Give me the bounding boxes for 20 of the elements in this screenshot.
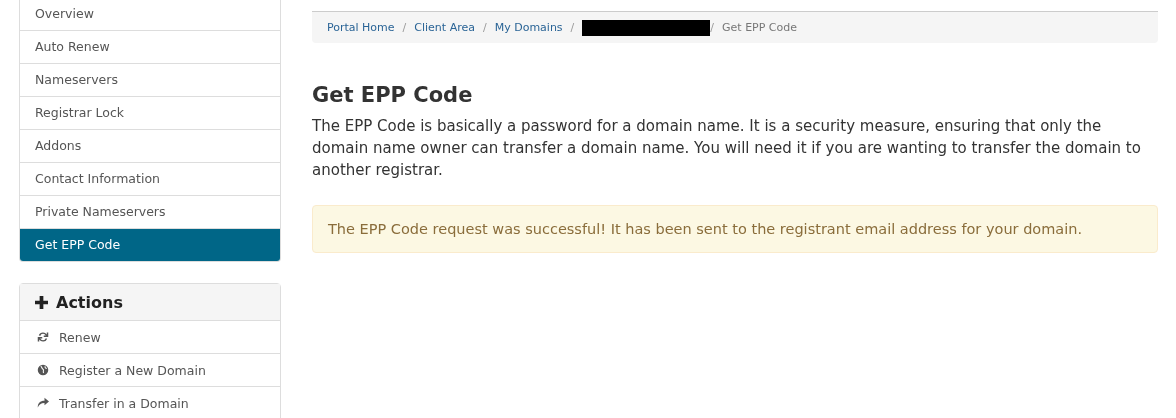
breadcrumb-separator: / [569,21,576,34]
breadcrumb-separator: / [710,21,716,34]
action-item[interactable]: Register a New Domain [20,354,280,387]
action-item[interactable]: Transfer in a Domain [20,387,280,418]
sidebar-item[interactable]: Get EPP Code [20,229,280,261]
plus-icon [35,295,48,309]
breadcrumb-link[interactable]: Portal Home [327,21,395,34]
panel-title: Actions [56,292,123,312]
action-item[interactable]: Renew [20,321,280,354]
breadcrumb-current: Get EPP Code [722,21,798,34]
refresh-icon [37,331,49,343]
breadcrumb-link[interactable]: My Domains [494,21,563,34]
globe-icon [37,364,49,376]
breadcrumb-separator: / [401,21,408,34]
page-heading: Get EPP Code [312,83,474,107]
breadcrumb-link[interactable]: Client Area [414,21,475,34]
description-text: The EPP Code is basically a password for a domain name. It is a security measure, ensuring that only the domain name owner can transfer a domain name. You will need it if you are wanting to transfer the domain to another registrar. [312,116,1142,181]
success-alert: The EPP Code request was successful! It has been sent to the registrant email address for your domain. [312,205,1158,253]
breadcrumb-separator: / [481,21,488,34]
share-arrow-icon [37,397,49,409]
